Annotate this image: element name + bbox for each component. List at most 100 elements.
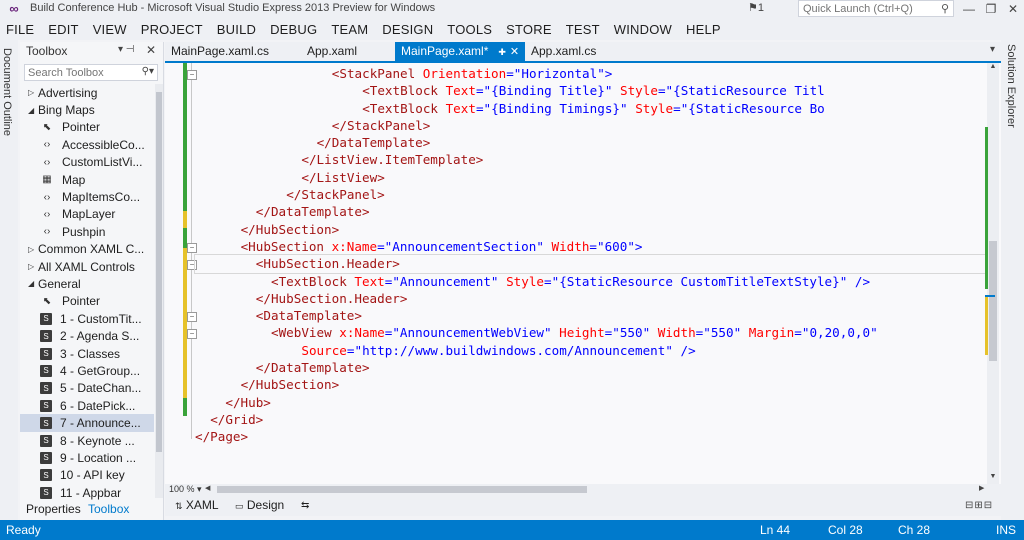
toolbox-item[interactable]: S 3 - Classes	[20, 345, 154, 362]
collapsed-arrow-icon[interactable]: ▷	[28, 245, 38, 254]
toolbox-item[interactable]: S 2 - Agenda S...	[20, 327, 154, 344]
code-line[interactable]: </HubSection.Header>	[195, 290, 985, 307]
code-line[interactable]: </HubSection>	[195, 221, 985, 238]
swap-panes-icon[interactable]: ⇆	[301, 500, 309, 511]
toolbox-scrollbar-thumb[interactable]	[156, 92, 162, 452]
toolbox-category[interactable]: ▷ All XAML Controls	[20, 258, 154, 275]
code-line[interactable]: </ListView.ItemTemplate>	[195, 151, 985, 168]
toolbox-item[interactable]: S 8 - Keynote ...	[20, 432, 154, 449]
toolbox-item[interactable]: ▦ Map	[20, 171, 154, 188]
expanded-arrow-icon[interactable]: ◢	[28, 279, 38, 288]
menu-design[interactable]: DESIGN	[382, 22, 433, 37]
code-line[interactable]: </DataTemplate>	[195, 134, 985, 151]
toolbox-search-input[interactable]	[25, 65, 138, 81]
toolbox-item[interactable]: S 11 - Appbar	[20, 484, 154, 501]
tab-mainpage-xaml[interactable]: MainPage.xaml* ✚ ✕	[395, 42, 525, 61]
scroll-up-arrow-icon[interactable]: ▲	[987, 63, 999, 73]
code-line[interactable]: <TextBlock Text="{Binding Title}" Style=…	[195, 82, 985, 99]
close-icon[interactable]: ✕	[510, 46, 519, 58]
code-line[interactable]: </DataTemplate>	[195, 359, 985, 376]
toolbox-item[interactable]: S 1 - CustomTit...	[20, 310, 154, 327]
menu-project[interactable]: PROJECT	[141, 22, 203, 37]
menu-test[interactable]: TEST	[566, 22, 600, 37]
tab-design[interactable]: ▭ Design	[235, 498, 284, 512]
code-line[interactable]: <HubSection.Header>	[194, 254, 986, 274]
toolbox-item[interactable]: ‹› CustomListVi...	[20, 154, 154, 171]
close-button[interactable]: ✕	[1002, 0, 1024, 18]
notifications-flag-icon[interactable]: ⚑1	[748, 1, 764, 14]
horizontal-scrollbar-thumb[interactable]	[217, 486, 587, 493]
document-outline-panel-tab[interactable]: Document Outline	[0, 40, 18, 520]
tab-properties[interactable]: Properties	[26, 502, 81, 516]
menu-debug[interactable]: DEBUG	[270, 22, 317, 37]
menu-tools[interactable]: TOOLS	[447, 22, 492, 37]
code-line[interactable]: </StackPanel>	[195, 186, 985, 203]
code-line[interactable]: <DataTemplate>	[195, 307, 985, 324]
code-line[interactable]: </ListView>	[195, 169, 985, 186]
tab-app-xaml-cs[interactable]: App.xaml.cs	[525, 42, 602, 61]
scroll-right-arrow-icon[interactable]: ▶	[979, 484, 984, 492]
code-line[interactable]: </Hub>	[195, 394, 985, 411]
quick-launch-input[interactable]	[799, 1, 931, 17]
menu-store[interactable]: STORE	[506, 22, 552, 37]
code-line[interactable]: </DataTemplate>	[195, 203, 985, 220]
code-line[interactable]: </StackPanel>	[195, 117, 985, 134]
menu-team[interactable]: TEAM	[331, 22, 368, 37]
expanded-arrow-icon[interactable]: ◢	[28, 106, 38, 115]
toolbox-search-box[interactable]: ⚲▾	[24, 64, 158, 81]
toolbox-item[interactable]: ‹› MapLayer	[20, 206, 154, 223]
menu-view[interactable]: VIEW	[93, 22, 127, 37]
panel-dropdown-pin-icon[interactable]: ▾ ⊣	[118, 44, 135, 55]
menu-file[interactable]: FILE	[6, 22, 34, 37]
xaml-code-editor[interactable]: − − − − − <StackPanel Orientation="Horiz…	[165, 63, 1001, 484]
tabs-overflow-icon[interactable]: ▾	[990, 44, 995, 55]
code-line[interactable]: </Grid>	[195, 411, 985, 428]
code-line[interactable]: </HubSection>	[195, 376, 985, 393]
code-line[interactable]: <WebView x:Name="AnnouncementWebView" He…	[195, 324, 985, 341]
editor-scrollbar-thumb[interactable]	[989, 241, 997, 361]
split-view-icons[interactable]: ⊟⊞⊟	[965, 500, 993, 511]
toolbox-category[interactable]: ▷ Advertising	[20, 84, 154, 101]
toolbox-item[interactable]: ‹› MapItemsCo...	[20, 188, 154, 205]
toolbox-item[interactable]: S 7 - Announce...	[20, 414, 154, 432]
zoom-value: 100 %	[169, 484, 195, 494]
maximize-button[interactable]: ❐	[980, 0, 1002, 18]
toolbox-item[interactable]: S 10 - API key	[20, 467, 154, 484]
tab-toolbox[interactable]: Toolbox	[88, 502, 129, 516]
toolbox-category[interactable]: ◢ Bing Maps	[20, 101, 154, 118]
code-line[interactable]: <StackPanel Orientation="Horizontal">	[195, 65, 985, 82]
toolbox-item[interactable]: ⬉ Pointer	[20, 293, 154, 310]
toolbox-item[interactable]: ‹› Pushpin	[20, 223, 154, 240]
tab-mainpage-xaml-cs[interactable]: MainPage.xaml.cs	[165, 42, 275, 61]
code-line[interactable]: <TextBlock Text="Announcement" Style="{S…	[195, 273, 985, 290]
code-line[interactable]: <TextBlock Text="{Binding Timings}" Styl…	[195, 100, 985, 117]
toolbox-item[interactable]: S 5 - DateChan...	[20, 380, 154, 397]
toolbox-item[interactable]: S 6 - DatePick...	[20, 397, 154, 414]
menu-window[interactable]: WINDOW	[614, 22, 672, 37]
collapsed-arrow-icon[interactable]: ▷	[28, 88, 38, 97]
toolbox-item[interactable]: S 4 - GetGroup...	[20, 362, 154, 379]
toolbox-category[interactable]: ◢ General	[20, 275, 154, 292]
quick-launch-box[interactable]: ⚲	[798, 0, 954, 17]
tab-xaml[interactable]: ⇅ XAML	[175, 498, 219, 512]
code-line[interactable]: Source="http://www.buildwindows.com/Anno…	[195, 342, 985, 359]
code-line[interactable]: </Page>	[195, 428, 985, 445]
search-icon[interactable]: ⚲▾	[142, 66, 154, 77]
toolbox-item[interactable]: ⬉ Pointer	[20, 119, 154, 136]
zoom-level[interactable]: 100 % ▾	[169, 484, 202, 495]
collapsed-arrow-icon[interactable]: ▷	[28, 262, 38, 271]
menu-build[interactable]: BUILD	[217, 22, 256, 37]
tab-app-xaml[interactable]: App.xaml	[301, 42, 363, 61]
code-line[interactable]: <HubSection x:Name="AnnouncementSection"…	[195, 238, 985, 255]
pin-icon[interactable]: ✚	[498, 47, 506, 57]
scroll-left-arrow-icon[interactable]: ◀	[205, 484, 210, 492]
toolbox-item[interactable]: ‹› AccessibleCo...	[20, 136, 154, 153]
scroll-down-arrow-icon[interactable]: ▼	[987, 473, 999, 483]
toolbox-category[interactable]: ▷ Common XAML C...	[20, 241, 154, 258]
close-icon[interactable]: ✕	[146, 43, 156, 57]
menu-edit[interactable]: EDIT	[48, 22, 78, 37]
solution-explorer-panel-tab[interactable]: Solution Explorer	[1001, 40, 1024, 520]
menu-help[interactable]: HELP	[686, 22, 721, 37]
minimize-button[interactable]: —	[958, 0, 980, 18]
toolbox-item[interactable]: S 9 - Location ...	[20, 449, 154, 466]
